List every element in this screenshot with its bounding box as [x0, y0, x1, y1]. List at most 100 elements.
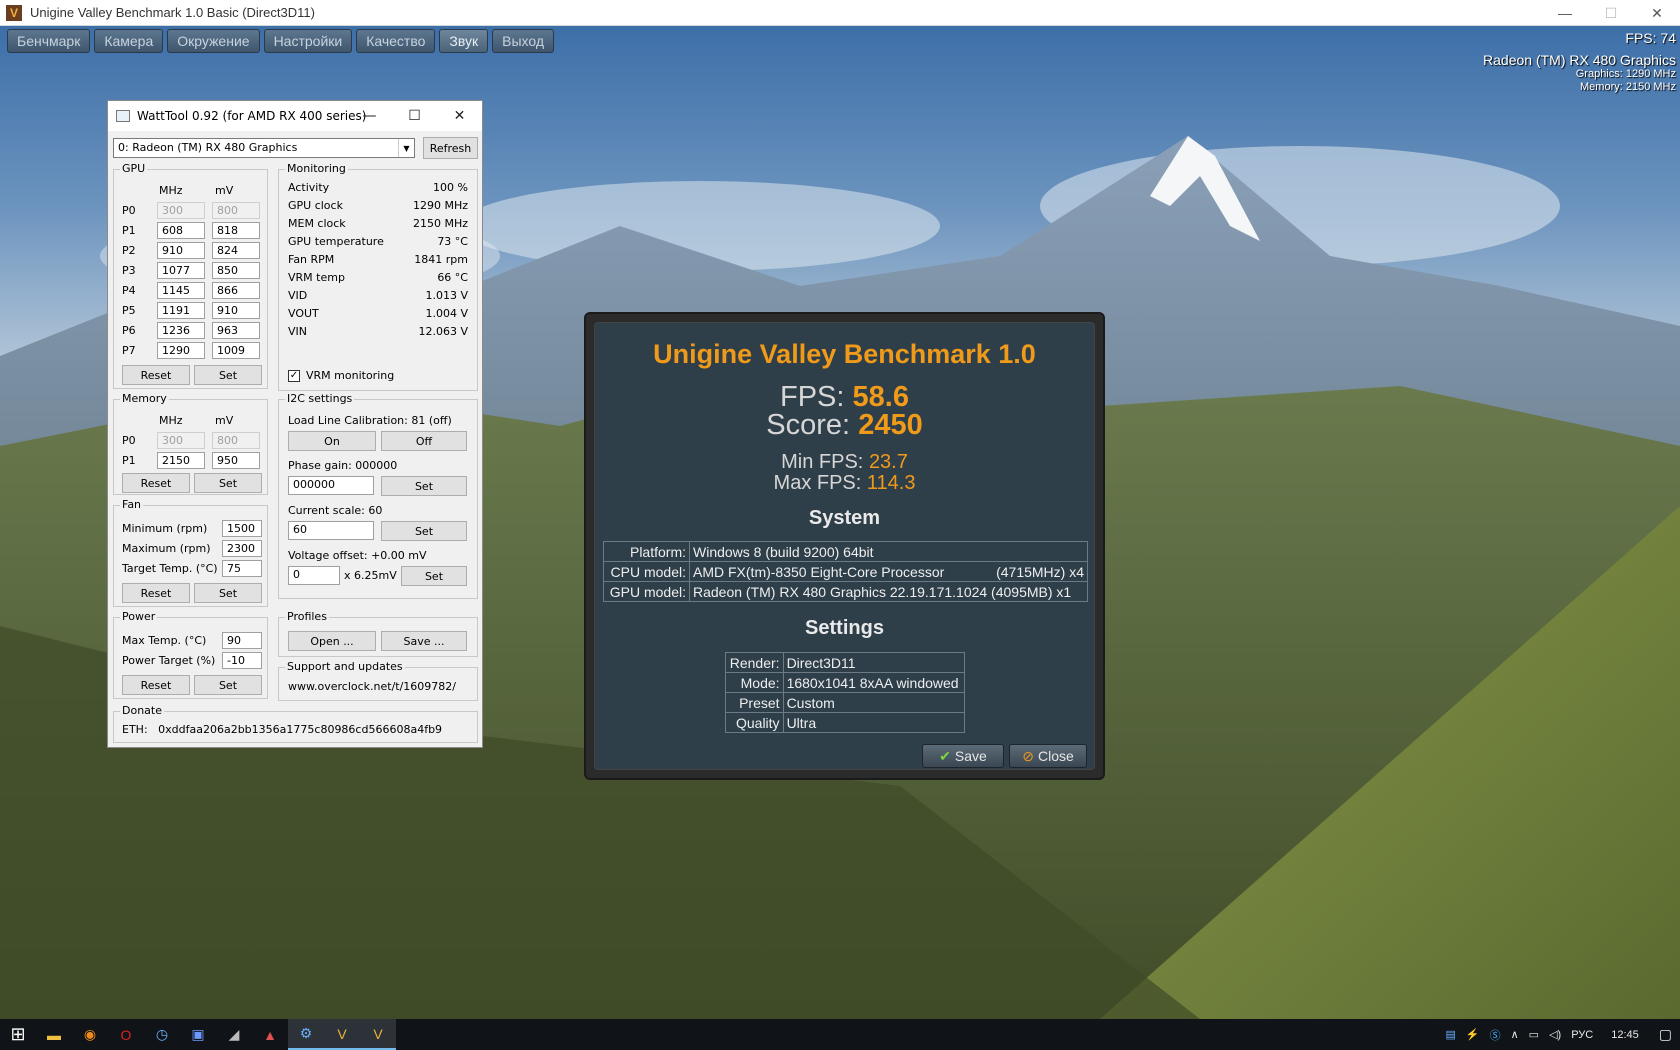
- opera-icon[interactable]: O: [108, 1019, 144, 1050]
- volume-icon[interactable]: ◁): [1549, 1028, 1561, 1041]
- results-close-button[interactable]: ⊘ Close: [1009, 744, 1087, 768]
- power-reset-button[interactable]: Reset: [122, 675, 190, 695]
- gpu-set-button[interactable]: Set: [194, 365, 262, 385]
- menu-quality[interactable]: Качество: [356, 29, 436, 53]
- menu-exit[interactable]: Выход: [492, 29, 555, 53]
- valley-taskbar-icon-2[interactable]: V: [360, 1019, 396, 1050]
- profiles-save-button[interactable]: Save ...: [381, 631, 467, 651]
- gpu-p2-mv-field[interactable]: 824: [212, 242, 260, 259]
- profiles-group-label: Profiles: [285, 610, 329, 623]
- hud-gpu-name: Radeon (TM) RX 480 Graphics: [1483, 52, 1676, 68]
- valley-taskbar-icon[interactable]: V: [324, 1019, 360, 1050]
- rocket-app-icon[interactable]: ▲: [252, 1019, 288, 1050]
- support-link[interactable]: www.overclock.net/t/1609782/: [288, 680, 456, 693]
- afterburner-icon[interactable]: ◢: [216, 1019, 252, 1050]
- no-entry-icon: ⊘: [1022, 747, 1034, 764]
- gpu-p7-mv-field[interactable]: 1009: [212, 342, 260, 359]
- gpu-p4-mv-field[interactable]: 866: [212, 282, 260, 299]
- tray-network-tool-icon[interactable]: ⚡: [1466, 1028, 1480, 1041]
- phase-gain-set-button[interactable]: Set: [381, 476, 467, 496]
- chevron-down-icon[interactable]: ▼: [398, 139, 414, 157]
- memory-reset-button[interactable]: Reset: [122, 473, 190, 493]
- file-explorer-icon[interactable]: ▬: [36, 1019, 72, 1050]
- gpu-p6-mhz-field[interactable]: 1236: [157, 322, 205, 339]
- llc-on-button[interactable]: On: [288, 431, 376, 451]
- profiles-open-button[interactable]: Open ...: [288, 631, 376, 651]
- save-app-icon[interactable]: ▣: [180, 1019, 216, 1050]
- watttool-maximize-button[interactable]: ☐: [392, 101, 437, 131]
- menu-benchmark[interactable]: Бенчмарк: [7, 29, 91, 53]
- gpu-p1-mv-field[interactable]: 818: [212, 222, 260, 239]
- power-set-button[interactable]: Set: [194, 675, 262, 695]
- current-scale-field[interactable]: 60: [288, 521, 374, 540]
- tray-show-hidden-icon[interactable]: ∧: [1511, 1028, 1519, 1041]
- gpu-p3-mv-field[interactable]: 850: [212, 262, 260, 279]
- gpu-p3-mhz-field[interactable]: 1077: [157, 262, 205, 279]
- vrm-monitoring-checkbox[interactable]: ✓: [288, 370, 300, 382]
- language-indicator[interactable]: РУС: [1571, 1029, 1593, 1041]
- gpu-pstate-label: P4: [122, 284, 136, 297]
- clock-app-icon[interactable]: ◷: [144, 1019, 180, 1050]
- window-title: Unigine Valley Benchmark 1.0 Basic (Dire…: [30, 5, 315, 20]
- windows-start-icon[interactable]: ⊞: [0, 1019, 36, 1050]
- results-dialog: Unigine Valley Benchmark 1.0 FPS: 58.6 S…: [584, 312, 1105, 780]
- watttool-close-button[interactable]: ✕: [437, 101, 482, 131]
- tray-app-icon[interactable]: ▤: [1446, 1028, 1456, 1041]
- hud-graphics-clock: Graphics: 1290 MHz: [1575, 68, 1676, 80]
- menu-environment[interactable]: Окружение: [167, 29, 260, 53]
- fan-min-field[interactable]: 1500: [222, 520, 262, 537]
- tray-skype-icon[interactable]: Ⓢ: [1490, 1027, 1501, 1043]
- power-maxtemp-field[interactable]: 90: [222, 632, 262, 649]
- results-save-button[interactable]: ✔ Save: [922, 744, 1004, 768]
- voltage-offset-set-button[interactable]: Set: [401, 566, 467, 586]
- fan-set-button[interactable]: Set: [194, 583, 262, 603]
- power-target-field[interactable]: -10: [222, 652, 262, 669]
- memory-p1-mv-field[interactable]: 950: [212, 452, 260, 469]
- phase-gain-field[interactable]: 000000: [288, 476, 374, 495]
- gpu-pstate-label: P7: [122, 344, 136, 357]
- i2c-group: I2C settings Load Line Calibration: 81 (…: [278, 392, 478, 599]
- menu-sound[interactable]: Звук: [439, 29, 489, 53]
- fan-target-label: Target Temp. (°C): [122, 562, 218, 575]
- system-heading: System: [808, 507, 881, 529]
- gpu-select[interactable]: 0: Radeon (TM) RX 480 Graphics ▼: [113, 138, 415, 158]
- network-icon[interactable]: ▭: [1529, 1028, 1539, 1041]
- gpu-col-mv: mV: [215, 184, 234, 197]
- memory-set-button[interactable]: Set: [194, 473, 262, 493]
- current-scale-set-button[interactable]: Set: [381, 521, 467, 541]
- memory-group-label: Memory: [120, 392, 169, 405]
- gpu-p5-mhz-field[interactable]: 1191: [157, 302, 205, 319]
- watttool-app-icon: [116, 110, 130, 122]
- gpu-p7-mhz-field[interactable]: 1290: [157, 342, 205, 359]
- watttool-minimize-button[interactable]: —: [347, 101, 392, 131]
- memory-p1-mhz-field[interactable]: 2150: [157, 452, 205, 469]
- fan-max-field[interactable]: 2300: [222, 540, 262, 557]
- profiles-group: Profiles Open ... Save ...: [278, 610, 478, 657]
- i2c-group-label: I2C settings: [285, 392, 355, 405]
- fan-target-field[interactable]: 75: [222, 560, 262, 577]
- valley-app-icon: V: [6, 4, 22, 21]
- gpu-p2-mhz-field[interactable]: 910: [157, 242, 205, 259]
- fan-reset-button[interactable]: Reset: [122, 583, 190, 603]
- clock[interactable]: 12:45: [1611, 1029, 1639, 1041]
- voltage-offset-field[interactable]: 0: [288, 566, 340, 585]
- minimize-button[interactable]: —: [1542, 0, 1588, 26]
- avast-icon[interactable]: ◉: [72, 1019, 108, 1050]
- table-row: Preset Custom: [725, 692, 966, 713]
- table-row: Mode: 1680x1041 8xAA windowed: [725, 672, 966, 693]
- voltage-offset-unit: x 6.25mV: [344, 569, 397, 582]
- menu-camera[interactable]: Камера: [94, 29, 164, 53]
- gpu-p4-mhz-field[interactable]: 1145: [157, 282, 205, 299]
- llc-off-button[interactable]: Off: [381, 431, 467, 451]
- close-window-button[interactable]: ✕: [1634, 0, 1680, 26]
- gpu-p6-mv-field[interactable]: 963: [212, 322, 260, 339]
- refresh-button[interactable]: Refresh: [423, 137, 478, 159]
- gpu-reset-button[interactable]: Reset: [122, 365, 190, 385]
- gpu-p5-mv-field[interactable]: 910: [212, 302, 260, 319]
- notifications-icon[interactable]: ▢: [1659, 1026, 1672, 1043]
- menu-settings[interactable]: Настройки: [263, 29, 353, 53]
- gpu-p1-mhz-field[interactable]: 608: [157, 222, 205, 239]
- maximize-button[interactable]: ☐: [1588, 0, 1634, 26]
- watttool-taskbar-icon[interactable]: ⚙: [288, 1019, 324, 1050]
- gpu-group: GPU MHz mV P0 300 800 P1 608 818 P2 910 …: [113, 162, 268, 389]
